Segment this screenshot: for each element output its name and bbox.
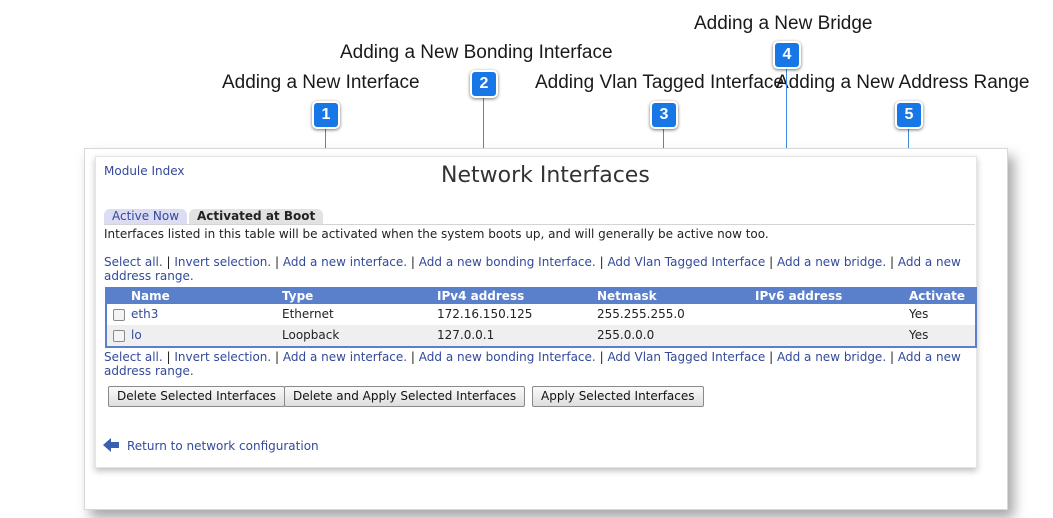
callout-label-1: Adding a New Interface	[222, 72, 420, 93]
row-checkbox[interactable]	[113, 309, 125, 321]
callout-badge-2: 2	[470, 70, 498, 98]
interface-ipv4: 127.0.0.1	[437, 328, 495, 342]
interface-activate: Yes	[909, 328, 929, 342]
add-vlan-link[interactable]: Add Vlan Tagged Interface	[607, 255, 765, 269]
callout-badge-3: 3	[650, 101, 678, 129]
interface-name-link[interactable]: eth3	[131, 304, 158, 325]
page-title: Network Interfaces	[441, 163, 650, 188]
separator: |	[166, 255, 171, 269]
interface-type: Loopback	[282, 328, 340, 342]
action-links-bottom: Select all. | Invert selection. | Add a …	[104, 350, 974, 378]
action-links-top: Select all. | Invert selection. | Add a …	[104, 255, 974, 283]
tab-active-now[interactable]: Active Now	[104, 209, 188, 224]
tab-activated-at-boot[interactable]: Activated at Boot	[189, 209, 324, 224]
separator: |	[410, 255, 415, 269]
invert-selection-link[interactable]: Invert selection.	[174, 350, 271, 364]
apply-selected-button[interactable]: Apply Selected Interfaces	[532, 386, 704, 407]
interface-activate: Yes	[909, 307, 929, 321]
add-bridge-link[interactable]: Add a new bridge.	[777, 255, 886, 269]
separator: |	[599, 350, 604, 364]
back-arrow-icon	[103, 438, 119, 455]
interface-type: Ethernet	[282, 307, 334, 321]
column-header-activate: Activate	[909, 289, 966, 303]
column-header-ipv4: IPv4 address	[437, 289, 525, 303]
delete-selected-button[interactable]: Delete Selected Interfaces	[108, 386, 286, 407]
tab-divider	[104, 224, 975, 225]
add-interface-link[interactable]: Add a new interface.	[283, 350, 407, 364]
delete-apply-selected-button[interactable]: Delete and Apply Selected Interfaces	[284, 386, 526, 407]
table-row: lo Loopback 127.0.0.1 255.0.0.0 Yes	[107, 325, 975, 346]
return-link-label: Return to network configuration	[127, 439, 319, 453]
column-header-name: Name	[131, 289, 170, 303]
separator: |	[889, 255, 895, 269]
add-bonding-link[interactable]: Add a new bonding Interface.	[419, 350, 596, 364]
column-header-type: Type	[282, 289, 314, 303]
callout-label-2: Adding a New Bonding Interface	[340, 42, 613, 63]
interfaces-table: Name Type IPv4 address Netmask IPv6 addr…	[105, 287, 977, 348]
callout-label-4: Adding a New Bridge	[694, 13, 873, 34]
add-vlan-link[interactable]: Add Vlan Tagged Interface	[607, 350, 765, 364]
invert-selection-link[interactable]: Invert selection.	[174, 255, 271, 269]
separator: |	[275, 350, 280, 364]
interface-name-link[interactable]: lo	[131, 325, 142, 346]
add-bonding-link[interactable]: Add a new bonding Interface.	[419, 255, 596, 269]
callout-badge-1: 1	[312, 101, 340, 129]
callout-badge-5: 5	[895, 101, 923, 129]
separator: |	[769, 350, 774, 364]
separator: |	[410, 350, 415, 364]
interface-netmask: 255.255.255.0	[597, 307, 685, 321]
callout-label-3: Adding Vlan Tagged Interface	[535, 72, 784, 93]
separator: |	[769, 255, 774, 269]
table-row: eth3 Ethernet 172.16.150.125 255.255.255…	[107, 304, 975, 325]
table-description: Interfaces listed in this table will be …	[104, 227, 769, 241]
module-index-link[interactable]: Module Index	[104, 164, 184, 178]
callout-label-5: Adding a New Address Range	[776, 72, 1030, 93]
interface-ipv4: 172.16.150.125	[437, 307, 533, 321]
row-checkbox[interactable]	[113, 330, 125, 342]
return-link[interactable]: Return to network configuration	[103, 438, 319, 455]
add-interface-link[interactable]: Add a new interface.	[283, 255, 407, 269]
add-bridge-link[interactable]: Add a new bridge.	[777, 350, 886, 364]
callout-badge-4: 4	[773, 41, 801, 69]
column-header-netmask: Netmask	[597, 289, 657, 303]
separator: |	[599, 255, 604, 269]
table-header: Name Type IPv4 address Netmask IPv6 addr…	[107, 289, 975, 304]
separator: |	[889, 350, 895, 364]
column-header-ipv6: IPv6 address	[755, 289, 843, 303]
select-all-link[interactable]: Select all.	[104, 255, 163, 269]
separator: |	[166, 350, 171, 364]
interface-netmask: 255.0.0.0	[597, 328, 655, 342]
select-all-link[interactable]: Select all.	[104, 350, 163, 364]
separator: |	[275, 255, 280, 269]
